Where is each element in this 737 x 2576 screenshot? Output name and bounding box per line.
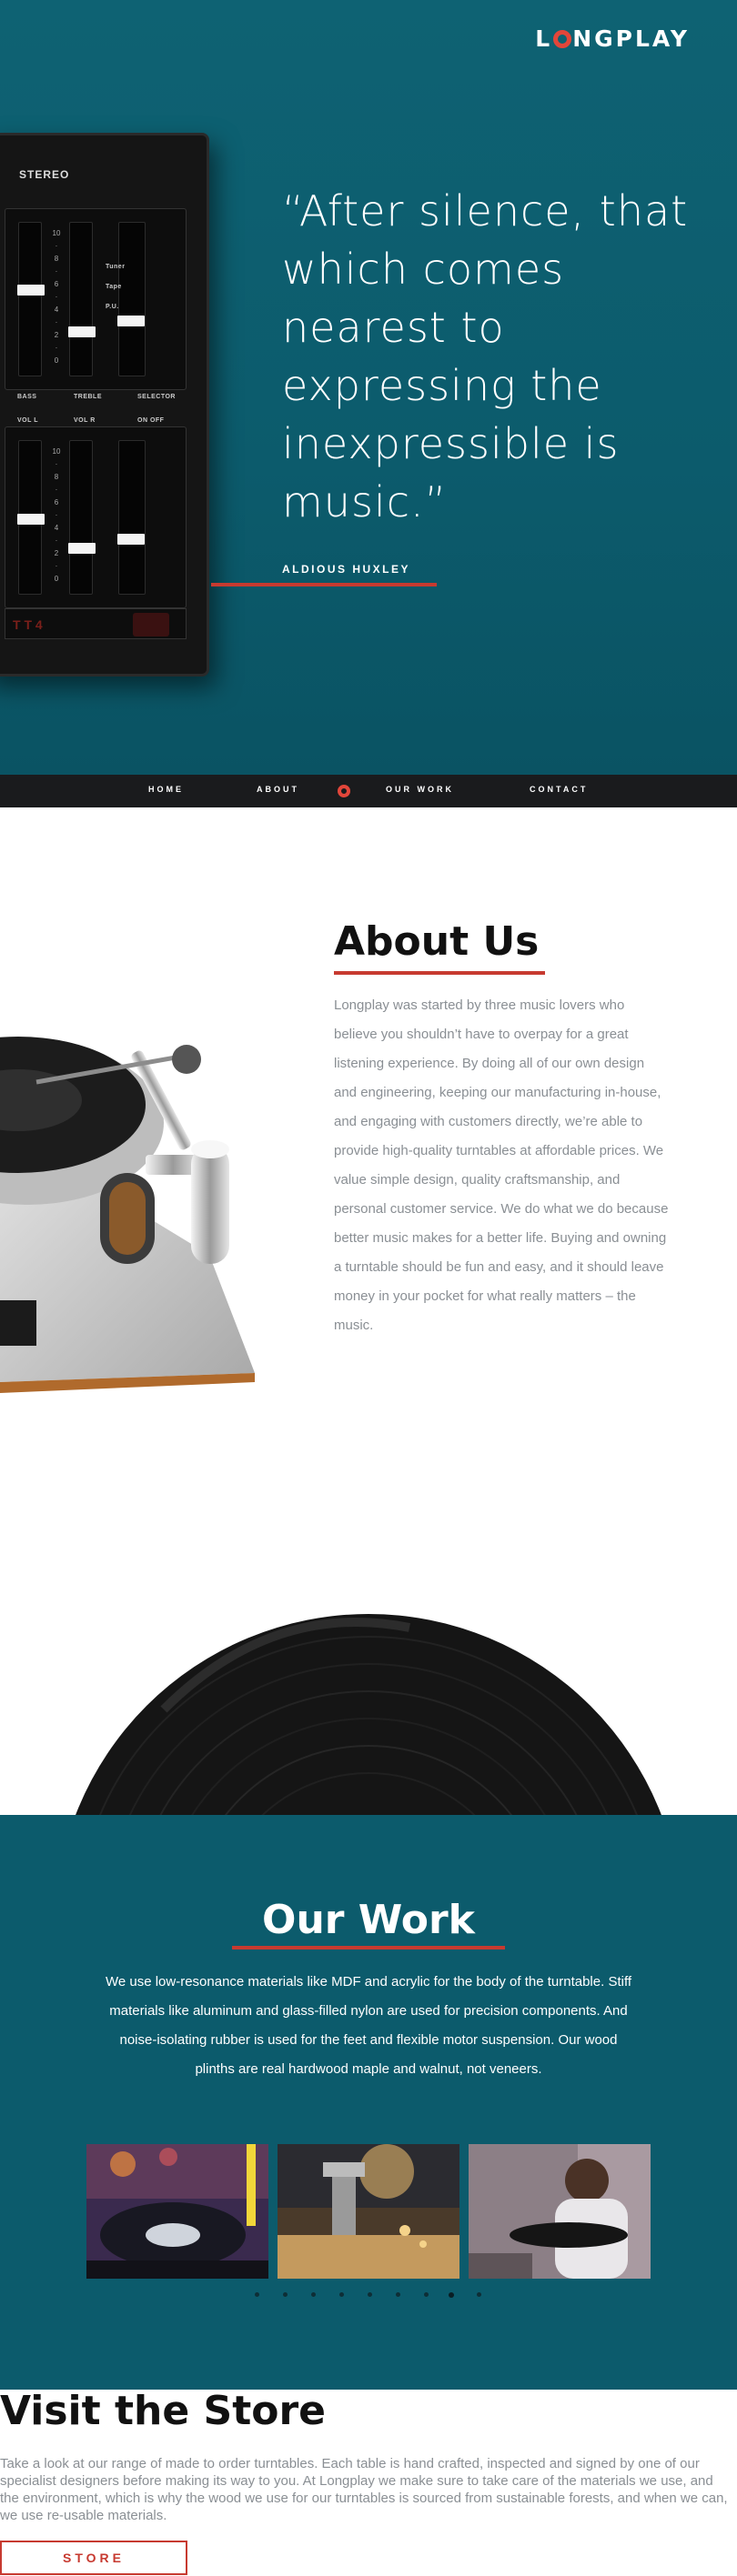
gallery-dot[interactable] <box>396 2292 400 2297</box>
nav-link-our-work[interactable]: OUR WORK <box>386 785 454 794</box>
treble-fader-knob <box>68 326 96 337</box>
gallery-pagination <box>255 2292 482 2301</box>
store-button[interactable]: STORE <box>0 2541 187 2575</box>
gallery-dot[interactable] <box>424 2292 429 2297</box>
gallery-image-craftsman-sawing[interactable] <box>278 2144 459 2279</box>
mixer-console-image: STEREO 10 · 8 · 6 · 4 · 2 · 0 Tuner Tape P.U. <box>0 133 209 677</box>
gallery-image-man-with-record[interactable] <box>469 2144 651 2279</box>
logo-text-end: NGPLAY <box>572 25 690 52</box>
selector-slot <box>117 222 146 376</box>
main-navigation: HOME ABOUT OUR WORK CONTACT <box>0 775 737 807</box>
nav-link-about[interactable]: ABOUT <box>257 785 299 794</box>
fader-scale-top: 10 · 8 · 6 · 4 · 2 · 0 <box>52 229 61 365</box>
vol-l-fader-slot <box>17 440 45 595</box>
logo-record-icon <box>553 29 572 48</box>
gallery-dot[interactable] <box>283 2292 288 2297</box>
mixer-top-panel: 10 · 8 · 6 · 4 · 2 · 0 Tuner Tape P.U. <box>5 208 187 390</box>
vol-r-fader-knob <box>68 543 96 554</box>
treble-label: TREBLE <box>74 394 102 400</box>
mixer-badge-strip: T T 4 <box>5 608 187 639</box>
gallery-image-dj-turntable[interactable] <box>86 2144 268 2279</box>
hero-quote: “After silence, that which comes nearest… <box>282 186 689 526</box>
turntable-image <box>0 982 273 1409</box>
vol-r-label: VOL R <box>74 417 96 424</box>
vol-l-label: VOL L <box>17 417 38 424</box>
power-switch-slot <box>117 440 146 595</box>
mixer-stereo-label: STEREO <box>19 168 70 181</box>
vol-l-fader-knob <box>17 514 45 525</box>
on-off-label: ON OFF <box>137 417 165 424</box>
bass-fader-knob <box>17 285 45 296</box>
hero-section: L NGPLAY STEREO 10 · 8 · 6 · 4 · 2 · 0 T… <box>0 0 737 775</box>
store-title: Visit the Store <box>0 2388 326 2434</box>
our-work-section: Our Work We use low-resonance materials … <box>0 1815 737 2390</box>
our-work-title-underline <box>232 1946 505 1950</box>
gallery-dot[interactable] <box>368 2292 372 2297</box>
selector-label: SELECTOR <box>137 394 176 400</box>
about-title-underline <box>334 971 545 975</box>
mixer-bottom-panel: 10 · 8 · 6 · 4 · 2 · 0 <box>5 426 187 608</box>
store-body: Take a look at our range of made to orde… <box>0 2456 728 2523</box>
treble-fader-slot <box>68 222 96 376</box>
gallery-dot[interactable] <box>477 2292 481 2297</box>
gallery-dot[interactable] <box>339 2292 344 2297</box>
power-switch-knob <box>117 534 145 545</box>
selector-option-pu: P.U. <box>106 304 119 310</box>
selector-knob <box>117 316 145 326</box>
brand-logo[interactable]: L NGPLAY <box>535 25 690 52</box>
quote-author-underline <box>211 583 437 586</box>
bass-label: BASS <box>17 394 37 400</box>
bass-fader-slot <box>17 222 45 376</box>
about-body: Longplay was started by three music love… <box>334 997 669 1333</box>
nav-link-home[interactable]: HOME <box>148 785 184 794</box>
mixer-badge-block <box>133 613 169 636</box>
vinyl-record-image <box>0 1564 737 1816</box>
about-title: About Us <box>334 918 540 965</box>
nav-link-contact[interactable]: CONTACT <box>530 785 588 794</box>
selector-option-tape: Tape <box>106 284 122 290</box>
mixer-badge-text: T T 4 <box>13 617 43 632</box>
vol-r-fader-slot <box>68 440 96 595</box>
nav-record-icon <box>338 785 350 797</box>
quote-author: ALDIOUS HUXLEY <box>282 563 411 576</box>
our-work-body: We use low-resonance materials like MDF … <box>105 1974 632 2077</box>
fader-scale-bottom: 10 · 8 · 6 · 4 · 2 · 0 <box>52 447 61 583</box>
logo-text-start: L <box>535 25 553 52</box>
selector-option-tuner: Tuner <box>106 264 126 270</box>
gallery-dot[interactable] <box>255 2292 259 2297</box>
gallery-dot[interactable] <box>311 2292 316 2297</box>
our-work-title: Our Work <box>262 1897 475 1943</box>
gallery-dot-active[interactable] <box>449 2292 454 2298</box>
